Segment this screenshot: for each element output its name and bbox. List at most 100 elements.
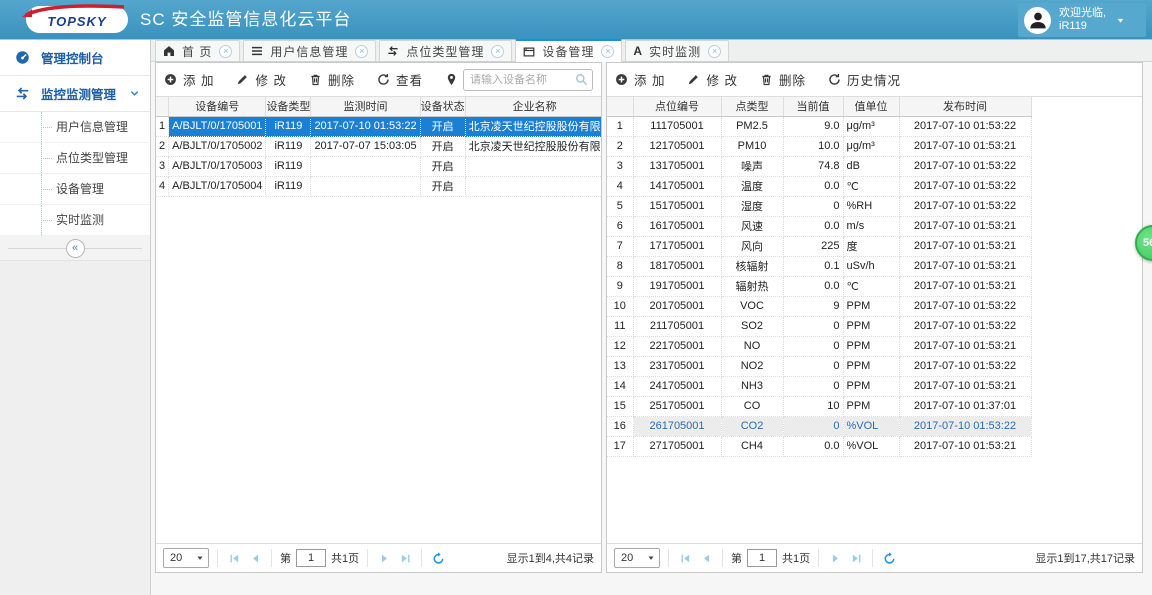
device-panel: 添 加修 改删除查看定位 设备编号设备类型监测时间设备状态企业名称 1A/BJL…: [155, 62, 602, 573]
tab-device-management[interactable]: 设备管理 ×: [515, 39, 623, 62]
column-header: 监测时间: [310, 97, 421, 117]
row-index: 17: [607, 436, 634, 457]
table-row[interactable]: 2 121705001 PM10 10.0 μg/m³ 2017-07-10 01:53:…: [607, 136, 1032, 157]
table-row[interactable]: 7 171705001 风向 225 度 2017-07-10 01:53:21: [607, 236, 1032, 257]
page-number-input[interactable]: [747, 549, 777, 567]
table-row[interactable]: 3 A/BJLT/0/1705003 iR119 开启: [156, 156, 601, 177]
prev-page-button[interactable]: [698, 550, 714, 566]
tab-home[interactable]: 首 页 ×: [155, 40, 241, 61]
table-row[interactable]: 4 141705001 温度 0.0 ℃ 2017-07-10 01:53:22: [607, 176, 1032, 197]
page-number-input[interactable]: [296, 549, 326, 567]
edit-button[interactable]: 修 改: [236, 70, 286, 89]
cell-code: 121705001: [633, 136, 722, 157]
search-input[interactable]: [463, 69, 593, 91]
table-row[interactable]: 1 A/BJLT/0/1705001 iR119 2017-07-10 01:53:2…: [156, 116, 601, 137]
records-summary: 显示1到4,共4记录: [506, 553, 594, 565]
cell-code: 221705001: [633, 336, 722, 357]
tab-user-info[interactable]: 用户信息管理 ×: [243, 40, 377, 61]
tab-realtime[interactable]: A 实时监测 ×: [625, 40, 730, 61]
history-button[interactable]: 历史情况: [828, 70, 901, 89]
close-icon[interactable]: ×: [219, 44, 233, 58]
close-icon[interactable]: ×: [491, 44, 505, 58]
cell-value: 0.0: [783, 436, 844, 457]
delete-button[interactable]: 删除: [760, 70, 806, 89]
table-row[interactable]: 11 211705001 SO2 0 PPM 2017-07-10 01:53:22: [607, 316, 1032, 337]
cell-value: 9: [783, 296, 844, 317]
column-header: 当前值: [783, 97, 844, 117]
reload-icon[interactable]: [430, 550, 446, 566]
table-row[interactable]: 5 151705001 湿度 0 %RH 2017-07-10 01:53:22: [607, 196, 1032, 217]
cell-time: 2017-07-10 01:53:21: [899, 336, 1032, 357]
menu-icon: [251, 45, 263, 57]
table-row[interactable]: 6 161705001 风速 0.0 m/s 2017-07-10 01:53:21: [607, 216, 1032, 237]
close-icon[interactable]: ×: [601, 45, 615, 58]
cell-time: 2017-07-10 01:53:21: [899, 376, 1032, 397]
cell-code: 151705001: [633, 196, 722, 217]
sidebar-item-point-type[interactable]: 点位类型管理: [0, 143, 150, 174]
cell-type: 核辐射: [721, 256, 784, 277]
sidebar-collapse-button[interactable]: «: [65, 238, 85, 258]
row-index-header: [156, 97, 170, 117]
cell-value: 10: [783, 396, 844, 417]
table-row[interactable]: 13 231705001 NO2 0 PPM 2017-07-10 01:53:22: [607, 356, 1032, 377]
view-button[interactable]: 查看: [377, 70, 423, 89]
sidebar-item-device[interactable]: 设备管理: [0, 174, 150, 205]
first-page-button[interactable]: [226, 550, 242, 566]
cell-time: 2017-07-10 01:53:22: [899, 116, 1032, 137]
cell-unit: %VOL: [843, 436, 900, 457]
sidebar-item-realtime[interactable]: 实时监测: [0, 205, 150, 236]
cell-value: 0: [783, 336, 844, 357]
table-row[interactable]: 17 271705001 CH4 0.0 %VOL 2017-07-10 01:53:21: [607, 436, 1032, 457]
add-button[interactable]: 添 加: [164, 70, 214, 89]
table-row[interactable]: 2 A/BJLT/0/1705002 iR119 2017-07-07 15:03:0…: [156, 136, 601, 157]
cell-time: 2017-07-10 01:53:22: [899, 416, 1032, 437]
row-index: 4: [607, 176, 634, 197]
next-page-button[interactable]: [827, 550, 843, 566]
search-icon[interactable]: [575, 73, 588, 86]
tab-point-type[interactable]: 点位类型管理 ×: [379, 40, 513, 61]
cell-type: iR119: [265, 116, 312, 137]
user-menu[interactable]: 欢迎光临, iR119: [1018, 3, 1146, 37]
cell-code: A/BJLT/0/1705004: [168, 176, 267, 197]
cell-code: 231705001: [633, 356, 722, 377]
table-row[interactable]: 1 111705001 PM2.5 9.0 μg/m³ 2017-07-10 01:53:…: [607, 116, 1032, 137]
last-page-button[interactable]: [397, 550, 413, 566]
sidebar-section-console[interactable]: 管理控制台: [0, 40, 150, 76]
edit-button[interactable]: 修 改: [687, 70, 737, 89]
table-row[interactable]: 10 201705001 VOC 9 PPM 2017-07-10 01:53:22: [607, 296, 1032, 317]
button-label: 删除: [778, 74, 806, 88]
table-row[interactable]: 16 261705001 CO2 0 %VOL 2017-07-10 01:53:22: [607, 416, 1032, 437]
page-size-select[interactable]: 20: [614, 548, 660, 568]
sidebar-item-user-info[interactable]: 用户信息管理: [0, 112, 150, 143]
cell-value: 9.0: [783, 116, 844, 137]
last-page-button[interactable]: [848, 550, 864, 566]
cell-code: 181705001: [633, 256, 722, 277]
next-page-button[interactable]: [376, 550, 392, 566]
cell-time: [310, 156, 421, 177]
table-row[interactable]: 4 A/BJLT/0/1705004 iR119 开启: [156, 176, 601, 197]
row-index: 2: [607, 136, 634, 157]
cell-company: [465, 176, 601, 197]
table-row[interactable]: 3 131705001 噪声 74.8 dB 2017-07-10 01:53:22: [607, 156, 1032, 177]
reload-icon[interactable]: [881, 550, 897, 566]
delete-button[interactable]: 删除: [309, 70, 355, 89]
cell-value: 0.0: [783, 276, 844, 297]
cell-status: 开启: [420, 176, 466, 197]
sidebar-section-monitoring[interactable]: 监控监测管理: [0, 76, 150, 112]
page-size-select[interactable]: 20: [163, 548, 209, 568]
table-row[interactable]: 8 181705001 核辐射 0.1 uSv/h 2017-07-10 01:53:21: [607, 256, 1032, 277]
close-icon[interactable]: ×: [708, 44, 722, 58]
first-page-button[interactable]: [677, 550, 693, 566]
table-row[interactable]: 15 251705001 CO 10 PPM 2017-07-10 01:37:01: [607, 396, 1032, 417]
add-button[interactable]: 添 加: [615, 70, 665, 89]
close-icon[interactable]: ×: [355, 44, 369, 58]
caret-down-icon[interactable]: [1116, 16, 1125, 25]
divider: [271, 549, 272, 567]
prev-page-button[interactable]: [247, 550, 263, 566]
table-row[interactable]: 12 221705001 NO 0 PPM 2017-07-10 01:53:21: [607, 336, 1032, 357]
table-row[interactable]: 9 191705001 辐射热 0.0 ℃ 2017-07-10 01:53:21: [607, 276, 1032, 297]
cell-time: 2017-07-10 01:53:21: [899, 136, 1032, 157]
main-content: 添 加修 改删除查看定位 设备编号设备类型监测时间设备状态企业名称 1A/BJL…: [151, 62, 1152, 595]
button-label: 添 加: [183, 74, 215, 88]
table-row[interactable]: 14 241705001 NH3 0 PPM 2017-07-10 01:53:21: [607, 376, 1032, 397]
